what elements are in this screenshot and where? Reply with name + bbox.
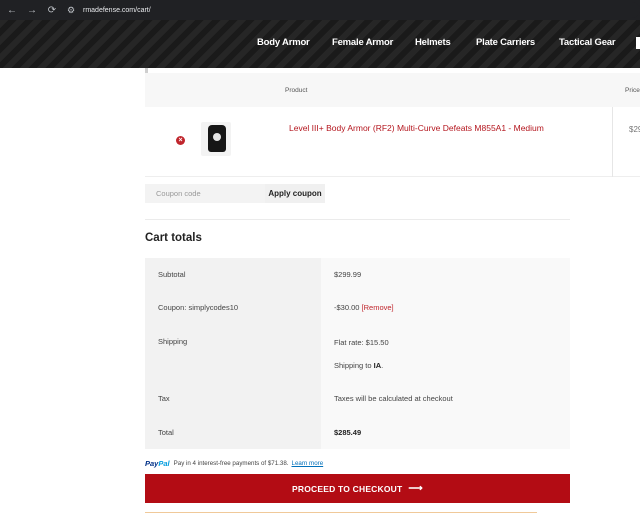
shipping-row: Shipping Flat rate: $15.50 Shipping to I… bbox=[145, 325, 570, 382]
coupon-label: Coupon: simplycodes10 bbox=[145, 291, 321, 325]
reload-icon[interactable]: ⟳ bbox=[44, 2, 60, 18]
checkout-label: PROCEED TO CHECKOUT bbox=[292, 483, 403, 494]
item-price: $299.99 bbox=[629, 125, 640, 134]
nav-more-item[interactable] bbox=[636, 37, 640, 49]
tax-value: Taxes will be calculated at checkout bbox=[321, 382, 570, 415]
coupon-code-input[interactable] bbox=[145, 184, 265, 203]
tax-label: Tax bbox=[145, 382, 321, 415]
product-name-link[interactable]: Level III+ Body Armor (RF2) Multi-Curve … bbox=[289, 123, 544, 133]
remove-coupon-link[interactable]: [Remove] bbox=[362, 303, 394, 312]
plate-logo bbox=[213, 133, 221, 141]
cart-item-row: × Level III+ Body Armor (RF2) Multi-Curv… bbox=[145, 107, 640, 177]
cart-totals-title: Cart totals bbox=[145, 232, 202, 244]
apply-coupon-button[interactable]: Apply coupon bbox=[265, 184, 325, 203]
nav-body-armor[interactable]: Body Armor bbox=[257, 37, 310, 48]
paypal-message: PayPal Pay in 4 interest-free payments o… bbox=[145, 459, 323, 468]
column-product: Product bbox=[285, 87, 308, 94]
paypal-logo-icon: PayPal bbox=[145, 459, 170, 468]
subtotal-row: Subtotal $299.99 bbox=[145, 258, 570, 291]
shipping-destination: Shipping to IA. bbox=[334, 361, 384, 370]
total-value: $285.49 bbox=[321, 415, 570, 449]
proceed-to-checkout-button[interactable]: PROCEED TO CHECKOUT ⟶ bbox=[145, 474, 570, 503]
tax-row: Tax Taxes will be calculated at checkout bbox=[145, 382, 570, 415]
column-divider bbox=[612, 107, 613, 177]
product-thumbnail[interactable] bbox=[201, 122, 231, 156]
url-text: rmadefense.com/cart/ bbox=[83, 6, 151, 14]
coupon-row: Coupon: simplycodes10 -$30.00 [Remove] bbox=[145, 291, 570, 325]
shipping-label: Shipping bbox=[145, 325, 321, 382]
cart-table-header: Product Price bbox=[145, 73, 640, 107]
armor-plate-image bbox=[208, 125, 226, 152]
site-info-icon[interactable]: ⚙ bbox=[64, 3, 78, 17]
nav-female-armor[interactable]: Female Armor bbox=[332, 37, 393, 48]
shipping-value: Flat rate: $15.50 Shipping to IA. bbox=[321, 325, 570, 382]
paypal-learn-more-link[interactable]: Learn more bbox=[292, 460, 324, 467]
site-header: Body Armor Female Armor Helmets Plate Ca… bbox=[0, 20, 640, 68]
divider bbox=[145, 219, 570, 220]
browser-toolbar: ← → ⟳ ⚙ rmadefense.com/cart/ bbox=[0, 0, 640, 20]
main-nav: Body Armor Female Armor Helmets Plate Ca… bbox=[0, 20, 640, 68]
subtotal-label: Subtotal bbox=[145, 258, 321, 291]
total-label: Total bbox=[145, 415, 321, 449]
forward-arrow-icon[interactable]: → bbox=[24, 2, 40, 18]
column-price: Price bbox=[625, 87, 640, 94]
remove-item-icon[interactable]: × bbox=[176, 136, 185, 145]
paypal-text: Pay in 4 interest-free payments of $71.3… bbox=[173, 460, 289, 467]
back-arrow-icon[interactable]: ← bbox=[4, 2, 20, 18]
nav-helmets[interactable]: Helmets bbox=[415, 37, 451, 48]
arrow-right-icon: ⟶ bbox=[408, 483, 423, 494]
coupon-value: -$30.00 [Remove] bbox=[321, 291, 570, 325]
subtotal-value: $299.99 bbox=[321, 258, 570, 291]
nav-plate-carriers[interactable]: Plate Carriers bbox=[476, 37, 535, 48]
coupon-discount: -$30.00 bbox=[334, 303, 360, 312]
address-bar[interactable]: ⚙ rmadefense.com/cart/ bbox=[62, 2, 640, 18]
total-row: Total $285.49 bbox=[145, 415, 570, 449]
shipping-rate: Flat rate: $15.50 bbox=[334, 338, 389, 347]
nav-tactical-gear[interactable]: Tactical Gear bbox=[559, 37, 616, 48]
